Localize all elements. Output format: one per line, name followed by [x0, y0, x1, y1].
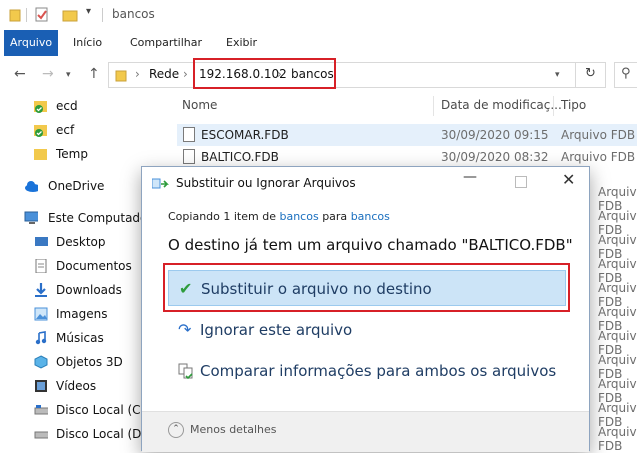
- file-name: BALTICO.FDB: [201, 150, 279, 164]
- up-arrow-icon[interactable]: ↑: [88, 66, 100, 82]
- file-date: 30/09/2020 08:32: [441, 150, 549, 164]
- tab-arquivo[interactable]: Arquivo: [4, 30, 59, 56]
- close-icon[interactable]: ✕: [562, 170, 575, 189]
- file-list-overflow: Arquivo FDB Arquivo FDB Arquivo FDB Arqu…: [590, 182, 637, 453]
- compare-files-option[interactable]: Comparar informações para ambos os arqui…: [168, 353, 566, 389]
- column-header-name[interactable]: Nome: [182, 98, 217, 112]
- file-name: ESCOMAR.FDB: [201, 128, 289, 142]
- ribbon-tabs: Arquivo Início Compartilhar Exibir: [0, 30, 637, 57]
- file-row[interactable]: ESCOMAR.FDB 30/09/2020 09:15 Arquivo FDB: [177, 124, 637, 146]
- dialog-title: Substituir ou Ignorar Arquivos: [176, 176, 356, 190]
- folder-icon: [34, 149, 47, 160]
- chevron-right-icon: ›: [183, 67, 188, 81]
- desktop-icon: [35, 237, 48, 246]
- file-icon: [183, 149, 195, 164]
- less-details-label: Menos detalhes: [190, 423, 277, 436]
- tab-exibir[interactable]: Exibir: [226, 30, 257, 56]
- minimize-icon[interactable]: —: [463, 169, 477, 185]
- file-icon: [183, 127, 195, 142]
- download-icon: [35, 283, 47, 297]
- file-type: Arquivo FDB: [598, 425, 637, 453]
- copying-prefix: Copiando 1 item de: [168, 210, 276, 223]
- folder-check-icon: [34, 101, 47, 113]
- address-bar[interactable]: › Rede › 192.168.0.102 › bancos ▾ ↻: [108, 62, 606, 88]
- customize-toolbar-icon[interactable]: ▾: [86, 6, 91, 17]
- sidebar-item-ecf[interactable]: ecf: [0, 119, 165, 141]
- file-row[interactable]: BALTICO.FDB 30/09/2020 08:32 Arquivo FDB: [177, 146, 637, 168]
- copying-line: Copiando 1 item de bancos para bancos: [168, 210, 390, 223]
- compare-files-label: Comparar informações para ambos os arqui…: [200, 362, 557, 380]
- title-bar: ▾ bancos: [0, 0, 637, 30]
- sidebar-item-ecd[interactable]: ecd: [0, 95, 165, 117]
- chevron-right-icon: ›: [135, 67, 140, 81]
- compare-icon: [178, 363, 193, 379]
- option-highlight-box: [163, 263, 570, 312]
- search-box[interactable]: ⚲: [614, 62, 637, 88]
- less-details-button[interactable]: ⌃ Menos detalhes: [168, 422, 277, 438]
- sidebar-item-temp[interactable]: Temp: [0, 143, 165, 165]
- copying-mid: para: [322, 210, 348, 223]
- dialog-headline: O destino já tem um arquivo chamado "BAL…: [168, 236, 573, 254]
- skip-icon: ↷: [178, 320, 192, 339]
- drive-icon: [34, 431, 48, 439]
- column-separator[interactable]: [433, 96, 434, 116]
- video-icon: [35, 380, 47, 392]
- breadcrumb-rede[interactable]: Rede: [149, 67, 179, 81]
- divider: [575, 63, 576, 87]
- images-icon: [34, 307, 48, 321]
- computer-icon: [24, 211, 38, 224]
- recent-chevron-icon[interactable]: ▾: [66, 70, 71, 80]
- address-highlight-box: [193, 58, 336, 89]
- forward-arrow-icon[interactable]: →: [42, 66, 54, 82]
- skip-file-option[interactable]: ↷ Ignorar este arquivo: [168, 312, 566, 348]
- window-title: bancos: [112, 7, 155, 21]
- chevron-up-icon: ⌃: [168, 422, 184, 438]
- replace-skip-dialog: Substituir ou Ignorar Arquivos — ✕ Copia…: [141, 166, 590, 452]
- back-arrow-icon[interactable]: ←: [14, 66, 26, 82]
- documents-icon: [35, 259, 47, 273]
- quick-access-icon: [9, 9, 21, 22]
- properties-icon[interactable]: [34, 7, 50, 23]
- history-dropdown-icon[interactable]: ▾: [555, 70, 560, 80]
- divider: [102, 8, 103, 22]
- search-icon: ⚲: [621, 66, 631, 81]
- tab-inicio[interactable]: Início: [73, 30, 102, 56]
- file-type: Arquivo FDB: [561, 128, 636, 142]
- folder-check-icon: [34, 125, 47, 137]
- source-folder-link[interactable]: bancos: [279, 210, 318, 223]
- file-type: Arquivo FDB: [561, 150, 636, 164]
- address-row: ← → ▾ ↑ › Rede › 192.168.0.102 › bancos …: [0, 56, 637, 92]
- column-header-date[interactable]: Data de modificaç...: [441, 98, 562, 112]
- divider: [26, 8, 27, 22]
- music-icon: [35, 331, 47, 345]
- skip-file-label: Ignorar este arquivo: [200, 321, 353, 339]
- tab-compartilhar[interactable]: Compartilhar: [130, 30, 202, 56]
- column-header-type[interactable]: Tipo: [561, 98, 586, 112]
- cube-icon: [34, 355, 48, 369]
- network-folder-icon: [115, 70, 127, 82]
- dialog-footer: ⌃ Menos detalhes: [142, 411, 589, 452]
- column-separator[interactable]: [553, 96, 554, 116]
- maximize-icon[interactable]: [515, 176, 527, 188]
- destination-folder-link[interactable]: bancos: [351, 210, 390, 223]
- refresh-icon[interactable]: ↻: [585, 66, 596, 81]
- new-folder-icon[interactable]: [62, 7, 78, 23]
- file-date: 30/09/2020 09:15: [441, 128, 549, 142]
- copy-files-icon: [152, 178, 169, 189]
- cloud-icon: [25, 181, 38, 192]
- drive-icon: [34, 405, 48, 415]
